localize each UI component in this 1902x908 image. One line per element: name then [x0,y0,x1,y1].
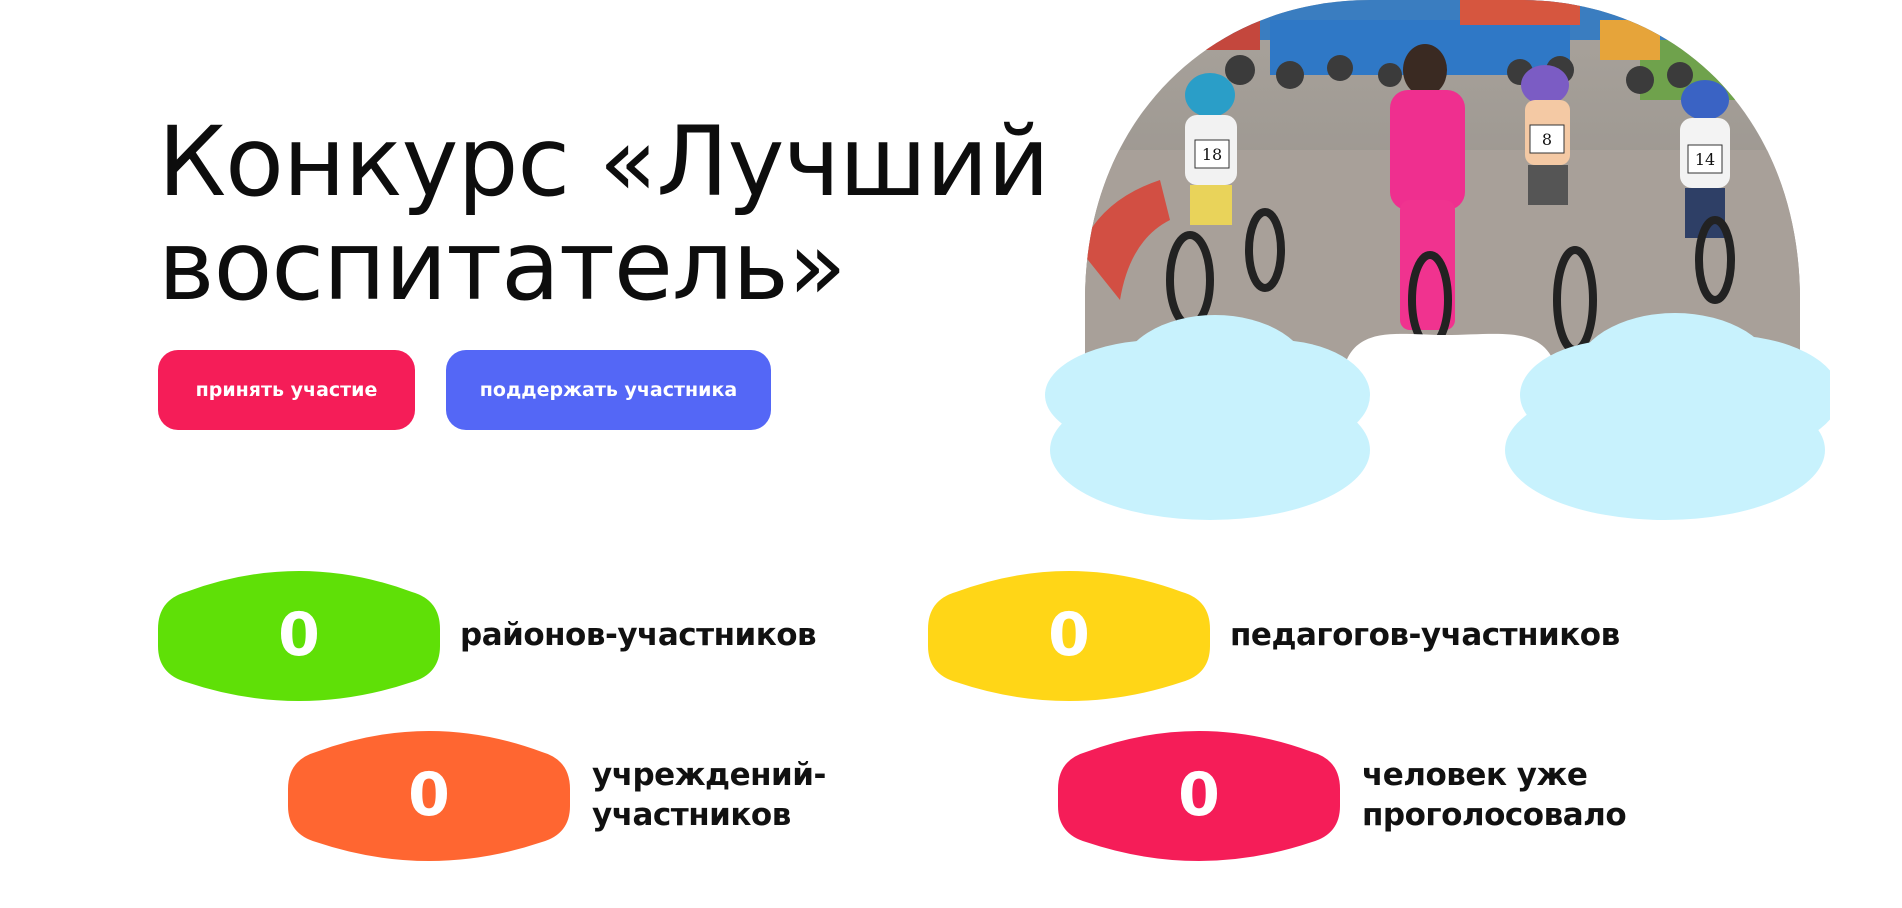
stat-badge-teachers: 0 [928,554,1210,716]
stat-label-voters: человек уже проголосовало [1362,757,1627,833]
page-title-line-2: воспитатель» [158,210,847,322]
stat-label-teachers: педагогов-участников [1230,617,1620,653]
stat-badge-districts: 0 [158,554,440,716]
bib-number-1: 18 [1202,145,1222,164]
stat-value-teachers: 0 [1048,600,1090,670]
bib-number-2: 8 [1542,130,1552,149]
stat-badge-institutions: 0 [288,714,570,876]
stat-value-institutions: 0 [408,760,450,830]
stat-value-districts: 0 [278,600,320,670]
stat-label-districts: районов-участников [460,617,817,653]
hero-photo: 18 8 14 [1045,0,1840,520]
page-title-line-1: Конкурс «Лучший [158,106,1050,218]
stat-badge-voters: 0 [1058,714,1340,876]
support-participant-button[interactable]: поддержать участника [446,350,771,430]
bib-number-3: 14 [1695,150,1715,169]
stat-label-institutions: учреждений- участников [592,757,826,833]
stat-value-voters: 0 [1178,760,1220,830]
participate-button[interactable]: принять участие [158,350,415,430]
page-title: Конкурс «Лучший воспитатель» [158,106,1050,322]
hero-illustration: 18 8 14 [1040,0,1840,530]
